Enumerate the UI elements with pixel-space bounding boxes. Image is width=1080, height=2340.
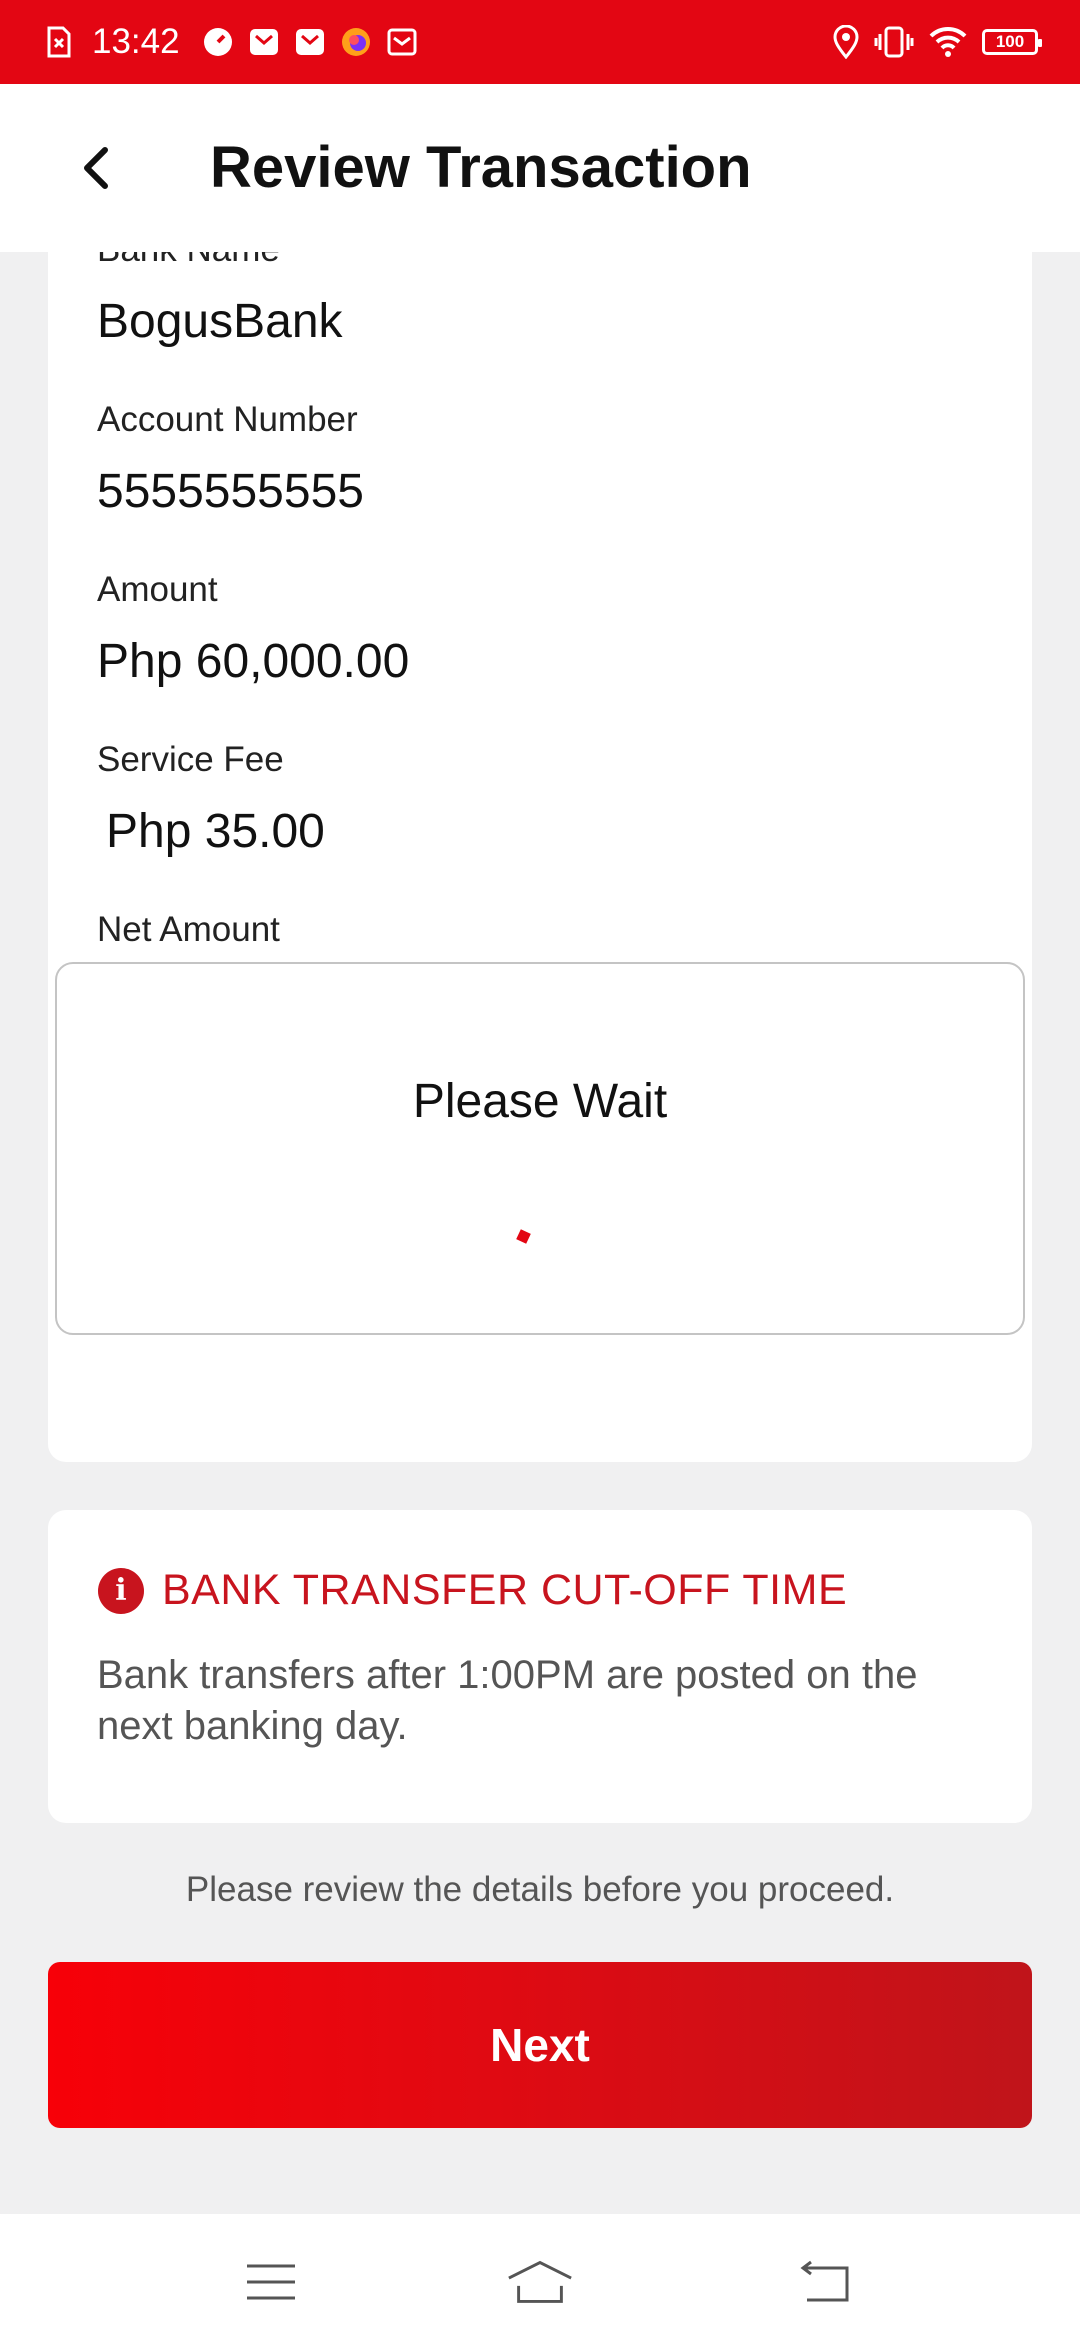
clock-app-icon	[202, 26, 234, 58]
cutoff-body: Bank transfers after 1:00PM are posted o…	[97, 1653, 918, 1748]
back-button[interactable]	[66, 136, 126, 200]
mail-icon	[294, 26, 326, 58]
account-number-label: Account Number	[97, 400, 358, 439]
mail-icon	[248, 26, 280, 58]
account-number-value: 5555555555	[97, 465, 364, 518]
sim-card-icon	[46, 26, 72, 58]
wifi-icon	[928, 26, 968, 58]
please-wait-title: Please Wait	[412, 1075, 668, 1128]
bank-name-value: BogusBank	[97, 295, 343, 348]
review-note: Please review the details before you pro…	[185, 1870, 895, 1909]
inbox-icon	[386, 26, 418, 58]
home-nav-button[interactable]	[505, 2252, 575, 2312]
navigation-bar	[0, 2214, 1080, 2340]
vibrate-icon	[874, 26, 914, 58]
chevron-left-icon	[84, 147, 108, 189]
info-icon: i	[98, 1567, 144, 1614]
back-nav-button[interactable]	[790, 2252, 860, 2312]
service-fee-label: Service Fee	[97, 740, 284, 779]
app-header: Review Transaction	[0, 84, 1080, 252]
firefox-icon	[340, 26, 372, 58]
amount-value: Php 60,000.00	[97, 635, 410, 688]
status-bar: 13:42 100	[0, 0, 1080, 84]
menu-icon	[247, 2264, 295, 2300]
battery-level: 100	[995, 32, 1025, 51]
net-amount-label: Net Amount	[97, 910, 280, 949]
menu-nav-button[interactable]	[236, 2252, 306, 2312]
loading-spinner-icon	[516, 1229, 531, 1244]
amount-label: Amount	[97, 570, 218, 609]
battery-icon: 100	[982, 29, 1042, 55]
cutoff-title: BANK TRANSFER CUT-OFF TIME	[162, 1566, 848, 1614]
please-wait-dialog: Please Wait	[55, 962, 1025, 1335]
cutoff-time-card: i BANK TRANSFER CUT-OFF TIME Bank transf…	[48, 1510, 1032, 1823]
service-fee-value: Php 35.00	[106, 805, 325, 858]
location-icon	[832, 25, 860, 59]
back-nav-icon	[800, 2260, 849, 2302]
home-icon	[508, 2260, 572, 2303]
page-title: Review Transaction	[210, 135, 752, 200]
status-time: 13:42	[92, 22, 180, 61]
next-button[interactable]: Next	[48, 1962, 1032, 2128]
